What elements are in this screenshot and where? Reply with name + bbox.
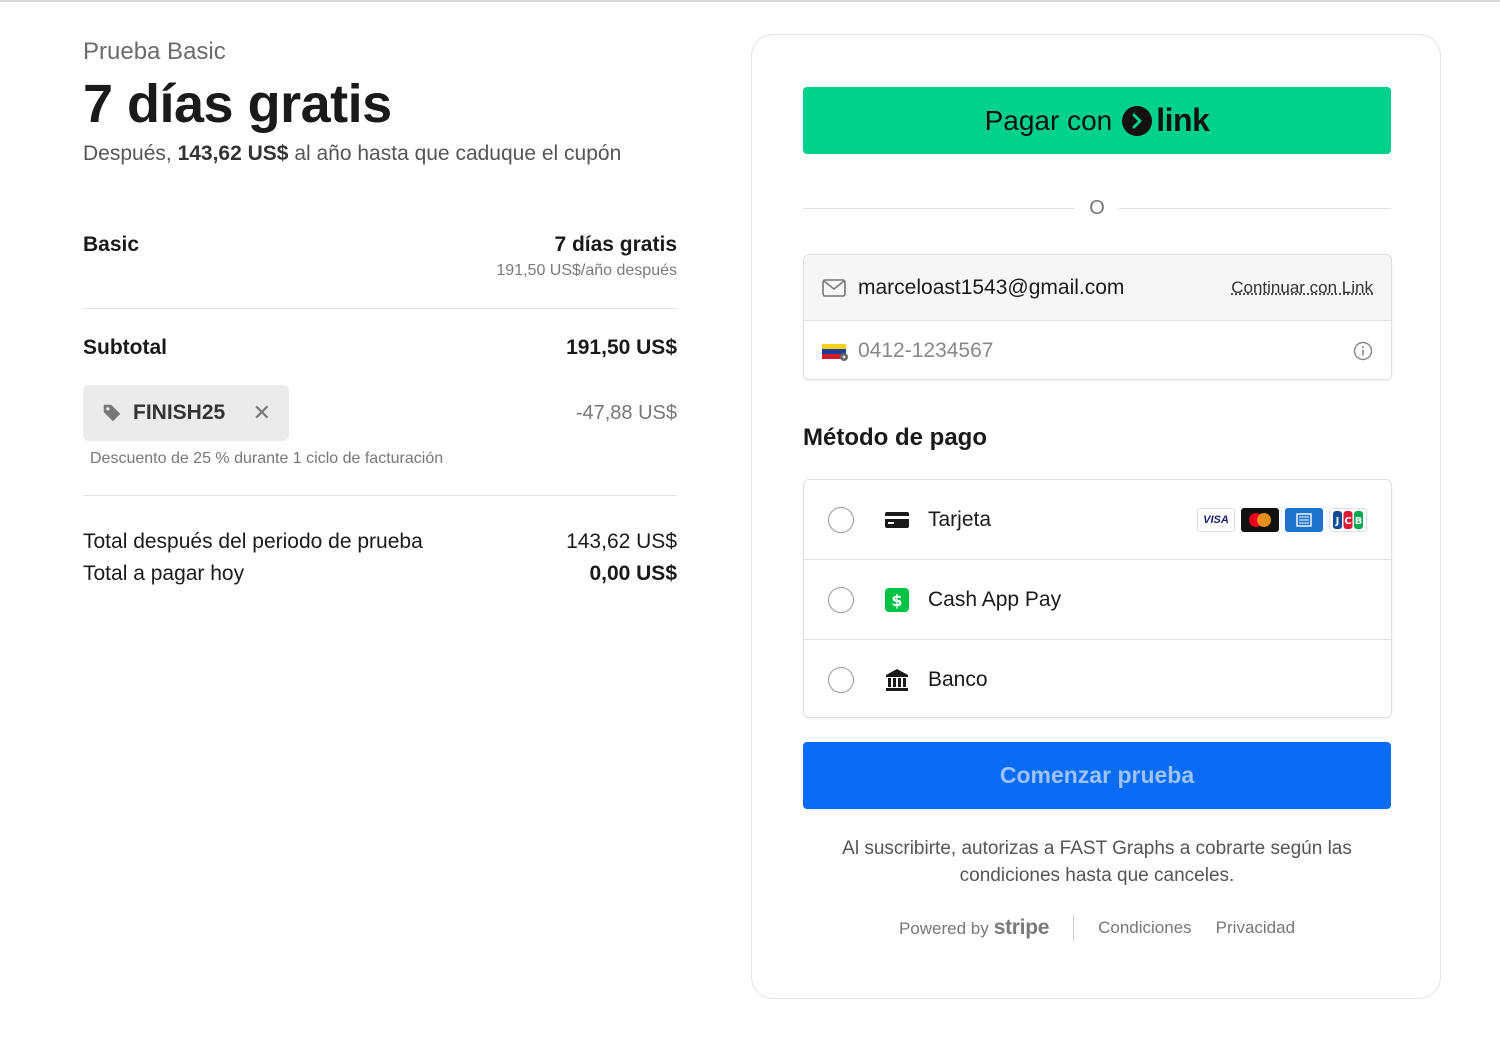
- credit-card-icon: [884, 507, 910, 533]
- subtotal-value: 191,50 US$: [566, 336, 677, 359]
- card-brands: VISA JCB: [1197, 507, 1367, 532]
- svg-text:$: $: [891, 591, 902, 610]
- radio-card[interactable]: [828, 506, 854, 533]
- powered-by-text: Powered by: [898, 919, 989, 938]
- after-amount: 143,62 US$: [177, 142, 289, 165]
- footer: Powered by stripe Condiciones Privacidad: [752, 915, 1442, 941]
- or-line-left: [803, 207, 1076, 209]
- line-item: Basic 7 días gratis 191,50 US$/año despu…: [83, 230, 677, 282]
- continue-with-link[interactable]: Continuar con Link: [1231, 278, 1373, 298]
- venezuela-flag-icon: [822, 341, 848, 361]
- link-arrow-icon: [1122, 105, 1153, 136]
- method-bank-label: Banco: [928, 668, 988, 691]
- phone-field[interactable]: 0412-1234567: [804, 321, 1391, 379]
- total-after-trial-label: Total después del periodo de prueba: [83, 530, 423, 553]
- privacy-link[interactable]: Privacidad: [1216, 918, 1295, 938]
- visa-icon: VISA: [1197, 507, 1235, 532]
- tag-icon: [101, 402, 123, 424]
- top-border: [0, 0, 1500, 2]
- subtotal-row: Subtotal 191,50 US$: [83, 333, 677, 363]
- after-trial-text: Después, 143,62 US$ al año hasta que cad…: [83, 140, 677, 168]
- coupon-code: FINISH25: [133, 401, 226, 424]
- amex-icon: [1285, 507, 1323, 532]
- or-text: O: [1089, 196, 1105, 219]
- jcb-icon: JCB: [1329, 507, 1367, 532]
- after-suffix: al año hasta que caduque el cupón: [288, 142, 622, 165]
- payment-methods: Tarjeta VISA JCB $ Cash App Pay Banco: [803, 479, 1392, 718]
- discount-value: -47,88 US$: [575, 401, 677, 424]
- coupon-row: FINISH25 ✕ -47,88 US$: [83, 385, 677, 441]
- line-item-name: Basic: [83, 233, 140, 256]
- discount-description: Descuento de 25 % durante 1 ciclo de fac…: [90, 450, 444, 467]
- method-card-label: Tarjeta: [928, 507, 992, 531]
- line-item-sub: 191,50 US$/año después: [496, 262, 677, 279]
- mastercard-icon: [1241, 507, 1279, 532]
- method-bank[interactable]: Banco: [804, 640, 1391, 717]
- email-value: marceloast1543@gmail.com: [858, 275, 1125, 299]
- checkout-card: Pagar con link O marceloast1543@gmail.co…: [751, 34, 1441, 999]
- svg-text:J: J: [1335, 516, 1340, 527]
- remove-coupon-button[interactable]: ✕: [253, 400, 271, 426]
- start-trial-button[interactable]: Comenzar prueba: [803, 742, 1391, 809]
- method-cash-app-label: Cash App Pay: [928, 587, 1062, 611]
- totals-values: 143,62 US$ 0,00 US$: [566, 526, 677, 590]
- divider: [83, 308, 677, 309]
- total-today-value: 0,00 US$: [589, 562, 677, 585]
- email-field[interactable]: marceloast1543@gmail.com Continuar con L…: [804, 255, 1391, 321]
- subtotal-label: Subtotal: [83, 336, 167, 359]
- plan-name: Prueba Basic: [83, 38, 226, 65]
- footer-separator: [1073, 915, 1075, 941]
- method-cash-app[interactable]: $ Cash App Pay: [804, 560, 1391, 640]
- stripe-logo: stripe: [993, 916, 1050, 939]
- powered-by-stripe-link[interactable]: Powered by stripe: [899, 916, 1049, 940]
- payment-method-title: Método de pago: [803, 424, 987, 451]
- totals-labels: Total después del periodo de prueba Tota…: [83, 526, 423, 590]
- link-logo: link: [1122, 102, 1210, 139]
- divider: [83, 495, 677, 496]
- link-logo-text: link: [1156, 102, 1210, 138]
- phone-value: 0412-1234567: [858, 338, 994, 362]
- or-separator: O: [803, 193, 1391, 223]
- contact-box: marceloast1543@gmail.com Continuar con L…: [803, 254, 1392, 380]
- envelope-icon: [822, 278, 846, 297]
- start-trial-label: Comenzar prueba: [999, 762, 1195, 788]
- cash-app-icon: $: [884, 587, 910, 613]
- pay-with-link-button[interactable]: Pagar con link: [803, 87, 1391, 154]
- line-item-pricing: 7 días gratis 191,50 US$/año después: [496, 230, 677, 282]
- line-item-price: 7 días gratis: [554, 233, 677, 256]
- radio-cash-app[interactable]: [828, 586, 854, 613]
- order-summary: Prueba Basic 7 días gratis Después, 143,…: [83, 36, 677, 590]
- after-prefix: Después,: [83, 142, 178, 165]
- total-after-trial-value: 143,62 US$: [566, 530, 677, 553]
- info-icon[interactable]: [1353, 341, 1373, 361]
- total-today-label: Total a pagar hoy: [83, 562, 245, 585]
- totals: Total después del periodo de prueba Tota…: [83, 526, 677, 590]
- svg-text:B: B: [1355, 516, 1363, 527]
- conditions-link[interactable]: Condiciones: [1098, 918, 1192, 938]
- svg-text:C: C: [1344, 516, 1351, 527]
- radio-bank[interactable]: [828, 667, 854, 693]
- pay-with-label: Pagar con: [984, 104, 1113, 136]
- terms-text: Al suscribirte, autorizas a FAST Graphs …: [842, 838, 1352, 886]
- bank-icon: [884, 667, 910, 693]
- trial-title: 7 días gratis: [83, 74, 392, 134]
- method-card[interactable]: Tarjeta VISA JCB: [804, 480, 1391, 560]
- coupon-pill: FINISH25 ✕: [83, 385, 289, 441]
- or-line-right: [1118, 207, 1391, 209]
